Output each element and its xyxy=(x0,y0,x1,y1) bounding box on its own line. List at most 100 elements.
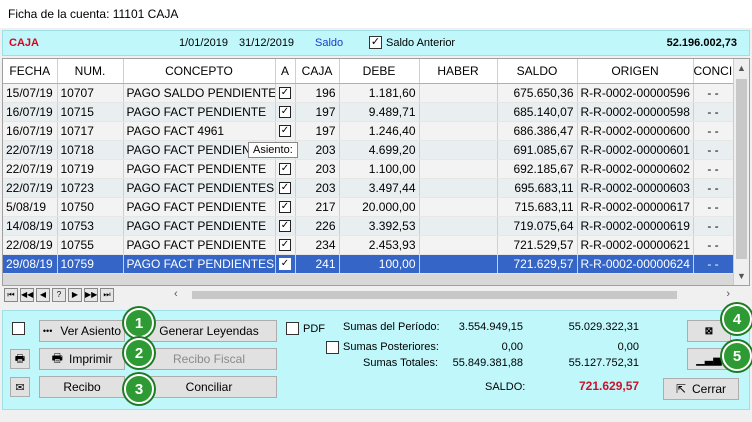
row-check-icon[interactable]: ✓ xyxy=(279,163,291,176)
cell-saldo[interactable]: 691.085,67 xyxy=(497,140,578,160)
col-haber[interactable]: HABER xyxy=(419,59,498,84)
cell-saldo[interactable]: 719.075,64 xyxy=(497,216,578,236)
saldo-link[interactable]: Saldo xyxy=(315,37,343,49)
imprimir-button[interactable]: 🖶 Imprimir xyxy=(39,348,125,370)
cell-caja[interactable]: 226 xyxy=(295,216,340,236)
cell-origen[interactable]: R-R-0002-00000602 xyxy=(577,159,694,179)
row-check-icon[interactable]: ✓ xyxy=(279,182,291,195)
cell-saldo[interactable]: 675.650,36 xyxy=(497,83,578,103)
cell-a[interactable]: ✓ xyxy=(275,197,296,217)
cell-fecha[interactable]: 22/07/19 xyxy=(3,140,58,160)
cell-debe[interactable]: 3.497,44 xyxy=(339,178,420,198)
cell-caja[interactable]: 203 xyxy=(295,159,340,179)
table-row[interactable]: 29/08/19 10759 PAGO FACT PENDIENTES ✓ 241 100… xyxy=(3,254,734,274)
cell-debe[interactable]: 9.489,71 xyxy=(339,102,420,122)
cell-origen[interactable]: R-R-0002-00000600 xyxy=(577,121,694,141)
cell-fecha[interactable]: 5/08/19 xyxy=(3,197,58,217)
ver-asiento-button[interactable]: ••• Ver Asiento xyxy=(39,320,125,342)
cell-fecha[interactable]: 15/07/19 xyxy=(3,83,58,103)
cell-concilia[interactable]: - - xyxy=(693,159,734,179)
cell-haber[interactable] xyxy=(419,216,498,236)
cell-haber[interactable] xyxy=(419,235,498,255)
cerrar-button[interactable]: ⇱ Cerrar xyxy=(663,378,739,400)
col-origen[interactable]: ORIGEN xyxy=(577,59,694,84)
cell-haber[interactable] xyxy=(419,121,498,141)
cell-caja[interactable]: 217 xyxy=(295,197,340,217)
saldo-anterior-checkbox[interactable]: ✓ xyxy=(369,36,382,49)
cell-origen[interactable]: R-R-0002-00000601 xyxy=(577,140,694,160)
row-check-icon[interactable]: ✓ xyxy=(279,106,291,119)
cell-debe[interactable]: 2.453,93 xyxy=(339,235,420,255)
cell-concepto[interactable]: PAGO FACT PENDIENTE xyxy=(123,235,276,255)
scroll-left-icon[interactable]: ‹ xyxy=(174,288,178,300)
table-row[interactable]: 16/07/19 10715 PAGO FACT PENDIENTE ✓ 197 9.48… xyxy=(3,102,734,122)
cell-debe[interactable]: 4.699,20 xyxy=(339,140,420,160)
cell-fecha[interactable]: 22/08/19 xyxy=(3,235,58,255)
cell-num[interactable]: 10715 xyxy=(57,102,124,122)
cell-caja[interactable]: 196 xyxy=(295,83,340,103)
cell-fecha[interactable]: 16/07/19 xyxy=(3,102,58,122)
row-check-icon[interactable]: ✓ xyxy=(279,125,291,138)
cell-origen[interactable]: R-R-0002-00000624 xyxy=(577,254,694,274)
cell-num[interactable]: 10707 xyxy=(57,83,124,103)
cell-concilia[interactable]: - - xyxy=(693,254,734,274)
cell-saldo[interactable]: 685.140,07 xyxy=(497,102,578,122)
nav-prev-page-button[interactable]: ◀◀ xyxy=(20,288,34,302)
table-row[interactable]: 22/07/19 10723 PAGO FACT PENDIENTES ✓ 203 3.4… xyxy=(3,178,734,198)
cell-concepto[interactable]: PAGO FACT PENDIENTE xyxy=(123,197,276,217)
cell-caja[interactable]: 241 xyxy=(295,254,340,274)
cell-fecha[interactable]: 22/07/19 xyxy=(3,159,58,179)
nav-last-button[interactable]: ⏭ xyxy=(100,288,114,302)
cell-num[interactable]: 10718 xyxy=(57,140,124,160)
nav-prev-button[interactable]: ◀ xyxy=(36,288,50,302)
cell-saldo[interactable]: 692.185,67 xyxy=(497,159,578,179)
date-to[interactable]: 31/12/2019 xyxy=(239,37,294,49)
cell-caja[interactable]: 203 xyxy=(295,178,340,198)
cell-concilia[interactable]: - - xyxy=(693,83,734,103)
cell-a[interactable]: ✓ xyxy=(275,102,296,122)
cell-haber[interactable] xyxy=(419,102,498,122)
table-row[interactable]: 22/07/1910718PAGO FACT PENDIEN✓2034.699,… xyxy=(3,140,734,160)
cell-saldo[interactable]: 686.386,47 xyxy=(497,121,578,141)
cell-debe[interactable]: 1.246,40 xyxy=(339,121,420,141)
col-fecha[interactable]: FECHA xyxy=(3,59,58,84)
date-from[interactable]: 1/01/2019 xyxy=(179,37,228,49)
pdf-checkbox[interactable] xyxy=(286,322,299,335)
col-concepto[interactable]: CONCEPTO xyxy=(123,59,276,84)
cell-a[interactable]: ✓ xyxy=(275,235,296,255)
cell-num[interactable]: 10753 xyxy=(57,216,124,236)
cell-fecha[interactable]: 16/07/19 xyxy=(3,121,58,141)
cell-caja[interactable]: 197 xyxy=(295,102,340,122)
table-row[interactable]: 22/07/19 10719 PAGO FACT PENDIENTE ✓ 203 1.10… xyxy=(3,159,734,179)
col-num[interactable]: NUM. xyxy=(57,59,124,84)
cell-saldo[interactable]: 715.683,11 xyxy=(497,197,578,217)
cell-concilia[interactable]: - - xyxy=(693,140,734,160)
nav-search-button[interactable]: ? xyxy=(52,288,66,302)
cell-concepto[interactable]: PAGO FACT 4961 xyxy=(123,121,276,141)
cell-concilia[interactable]: - - xyxy=(693,102,734,122)
horizontal-scrollbar[interactable]: ‹ › xyxy=(172,288,732,302)
cell-debe[interactable]: 1.100,00 xyxy=(339,159,420,179)
cell-num[interactable]: 10755 xyxy=(57,235,124,255)
nav-next-button[interactable]: ▶ xyxy=(68,288,82,302)
cell-a[interactable]: ✓ xyxy=(275,254,296,274)
cell-haber[interactable] xyxy=(419,83,498,103)
generar-leyendas-button[interactable]: Generar Leyendas xyxy=(141,320,277,342)
col-caja[interactable]: CAJA xyxy=(295,59,340,84)
table-row[interactable]: 14/08/19 10753 PAGO FACT PENDIENTE ✓ 226 3.39… xyxy=(3,216,734,236)
nav-next-page-button[interactable]: ▶▶ xyxy=(84,288,98,302)
recibo-button[interactable]: Recibo xyxy=(39,376,125,398)
row-check-icon[interactable]: ✓ xyxy=(279,239,291,252)
cell-concilia[interactable]: - - xyxy=(693,216,734,236)
cell-concilia[interactable]: - - xyxy=(693,235,734,255)
print-icon[interactable]: 🖶 xyxy=(10,349,30,369)
cell-a[interactable]: ✓ xyxy=(275,178,296,198)
cell-a[interactable]: ✓ xyxy=(275,121,296,141)
cell-saldo[interactable]: 721.529,57 xyxy=(497,235,578,255)
row-check-icon[interactable]: ✓ xyxy=(279,220,291,233)
cell-debe[interactable]: 20.000,00 xyxy=(339,197,420,217)
cell-concepto[interactable]: PAGO FACT PENDIENTES xyxy=(123,178,276,198)
cell-num[interactable]: 10723 xyxy=(57,178,124,198)
cell-haber[interactable] xyxy=(419,159,498,179)
cell-caja[interactable]: 234 xyxy=(295,235,340,255)
